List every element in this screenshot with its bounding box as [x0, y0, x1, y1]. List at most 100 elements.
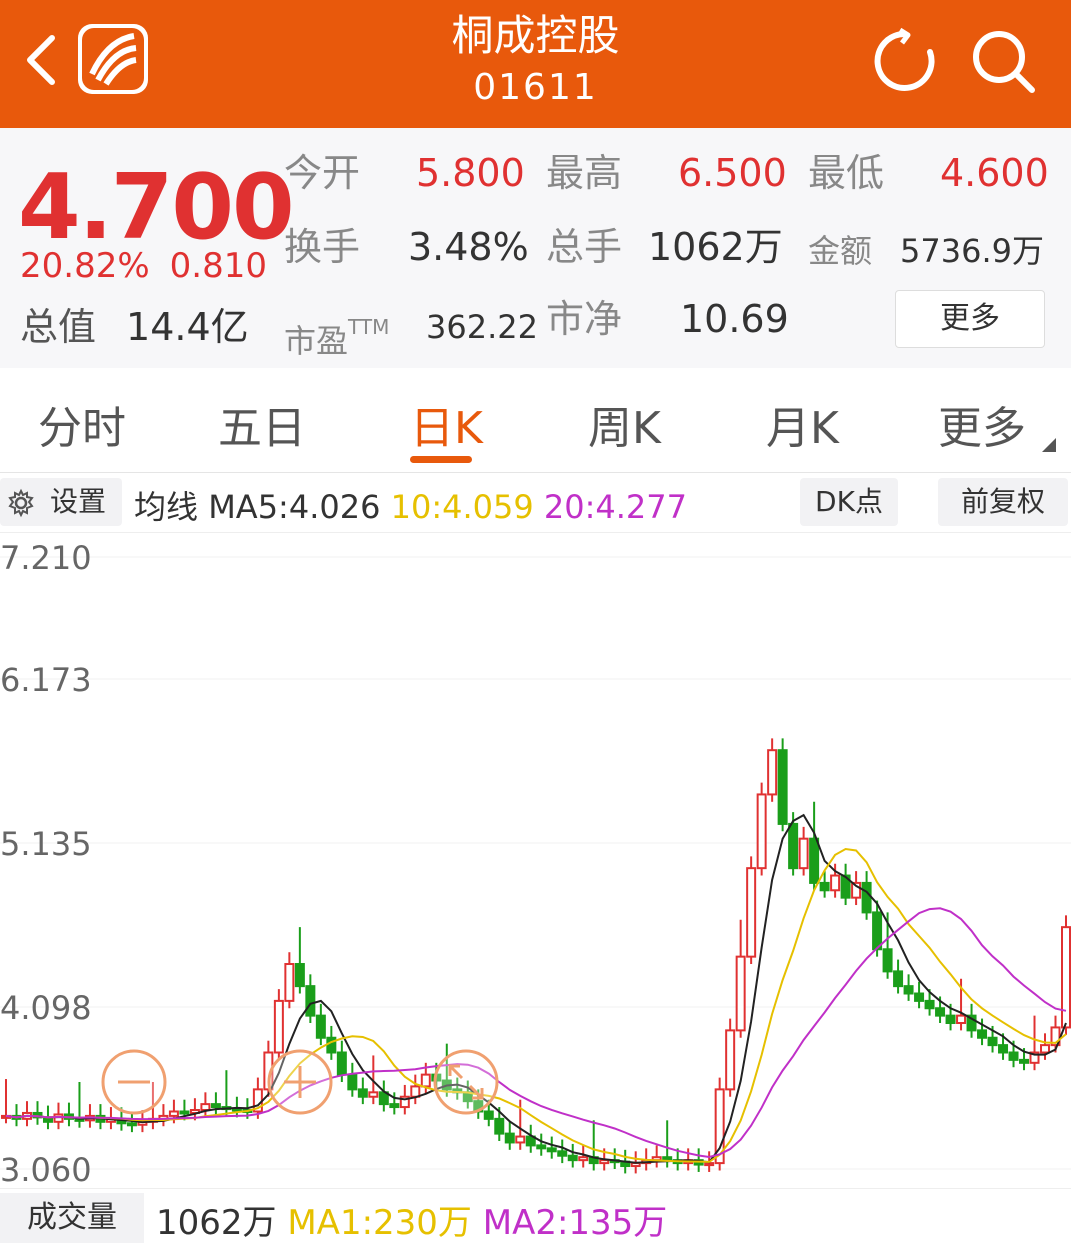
y-tick-label: 3.060: [0, 1151, 92, 1189]
candle-body: [420, 1073, 431, 1088]
zoom-out-icon[interactable]: [100, 1048, 168, 1116]
settings-label: 设置: [50, 485, 107, 518]
dropdown-triangle-icon: [1042, 438, 1056, 452]
change-percent: 20.82%: [20, 246, 150, 286]
low-value: 4.600: [940, 151, 1049, 195]
candle-body: [315, 1014, 326, 1039]
candle-body: [200, 1103, 211, 1112]
candle-body: [914, 992, 925, 1002]
candle-body: [956, 1014, 967, 1025]
pe-label: 市盈TTM: [284, 315, 390, 360]
amount-label: 金额: [808, 232, 873, 270]
candle-body: [893, 970, 904, 988]
pe-ttm-sup: TTM: [348, 315, 390, 339]
candle-body: [1061, 926, 1071, 1029]
y-tick-label: 5.135: [0, 825, 92, 863]
zoom-in-icon[interactable]: [266, 1048, 334, 1116]
candle-body: [987, 1036, 998, 1047]
candle-body: [179, 1110, 190, 1115]
candle-body: [1040, 1044, 1051, 1054]
candle-body: [567, 1154, 578, 1162]
candle-body: [819, 881, 830, 892]
candle-body: [903, 985, 914, 995]
tab-daily-k[interactable]: 日K: [410, 392, 483, 456]
ma-bar: 设置 均线 MA5:4.026 10:4.059 20:4.277 DK点 前复…: [0, 474, 1071, 533]
ma-values: 均线 MA5:4.026 10:4.059 20:4.277: [134, 482, 687, 528]
gear-icon: [8, 488, 34, 518]
tab-intraday[interactable]: 分时: [38, 392, 126, 456]
tab-monthly-k[interactable]: 月K: [766, 392, 839, 456]
tab-weekly-k[interactable]: 周K: [588, 392, 661, 456]
candle-body: [882, 948, 893, 973]
tab-five-day[interactable]: 五日: [218, 392, 306, 456]
amount-value: 5736.9万: [900, 232, 1044, 270]
candle-body: [777, 749, 788, 825]
candle-body: [305, 985, 316, 1017]
candle-body: [410, 1085, 421, 1098]
change-amount: 0.810: [169, 246, 267, 286]
candle-body: [347, 1073, 358, 1091]
candle-body: [126, 1122, 137, 1127]
candle-body: [945, 1014, 956, 1025]
search-icon[interactable]: [968, 26, 1038, 96]
y-tick-label: 7.210: [0, 539, 92, 577]
candle-body: [861, 881, 872, 914]
price-change: 20.82% 0.810: [20, 246, 287, 286]
volume-values: 1062万 MA1:230万 MA2:135万: [156, 1195, 667, 1244]
open-label: 今开: [284, 151, 361, 195]
candle-body: [798, 837, 809, 870]
candle-body: [872, 911, 883, 951]
candle-body: [725, 1029, 736, 1091]
candle-body: [809, 837, 820, 884]
candle-body: [662, 1156, 673, 1162]
volume-indicator-button[interactable]: 成交量: [0, 1193, 144, 1243]
candle-body: [767, 749, 778, 796]
candle-body: [504, 1132, 515, 1144]
candle-body: [389, 1103, 400, 1109]
candle-body: [924, 999, 935, 1010]
turnover-label: 换手: [284, 225, 361, 269]
app-header: 桐成控股 01611: [0, 0, 1071, 128]
volume-bar: 成交量 1062万 MA1:230万 MA2:135万: [0, 1188, 1071, 1247]
candle-body: [1008, 1051, 1019, 1061]
volume-value: 1062万: [648, 225, 783, 269]
pe-value: 362.22: [426, 308, 538, 346]
tab-more[interactable]: 更多: [938, 392, 1026, 456]
candle-body: [494, 1117, 505, 1135]
candle-body: [210, 1103, 221, 1109]
pb-label: 市净: [546, 297, 623, 341]
candle-body: [788, 822, 799, 870]
candle-body: [336, 1051, 347, 1076]
refresh-icon[interactable]: [870, 26, 940, 96]
period-tabs: 分时 五日 日K 周K 月K 更多: [0, 370, 1071, 473]
ma-prefix: 均线: [134, 488, 199, 526]
candle-body: [294, 963, 305, 988]
high-label: 最高: [546, 151, 623, 195]
dk-point-button[interactable]: DK点: [800, 478, 898, 526]
quote-more-button[interactable]: 更多: [895, 290, 1045, 348]
candle-body: [536, 1144, 547, 1150]
candle-body: [998, 1044, 1009, 1054]
adjust-button[interactable]: 前复权: [938, 478, 1068, 526]
volume-ma1: MA1:230万: [287, 1203, 472, 1243]
pb-value: 10.69: [680, 297, 789, 341]
y-tick-label: 6.173: [0, 661, 92, 699]
candle-body: [357, 1088, 368, 1098]
candle-body: [168, 1110, 179, 1117]
market-cap-label: 总值: [20, 305, 97, 349]
candle-body: [756, 793, 767, 870]
candle-body: [935, 1007, 946, 1017]
candle-body: [746, 867, 757, 958]
quote-panel: 4.700 20.82% 0.810 总值 14.4亿 今开 5.800 最高 6.…: [0, 128, 1071, 368]
expand-icon[interactable]: [432, 1048, 500, 1116]
y-tick-label: 4.098: [0, 989, 92, 1027]
ma20-value: 20:4.277: [543, 488, 687, 526]
last-price: 4.700: [18, 155, 295, 260]
volume-label: 总手: [546, 225, 623, 269]
candle-body: [273, 999, 284, 1054]
candle-body: [830, 874, 841, 892]
candle-body: [546, 1147, 557, 1153]
candle-body: [515, 1135, 526, 1144]
market-cap-value: 14.4亿: [126, 305, 249, 349]
settings-button[interactable]: 设置: [0, 478, 122, 526]
